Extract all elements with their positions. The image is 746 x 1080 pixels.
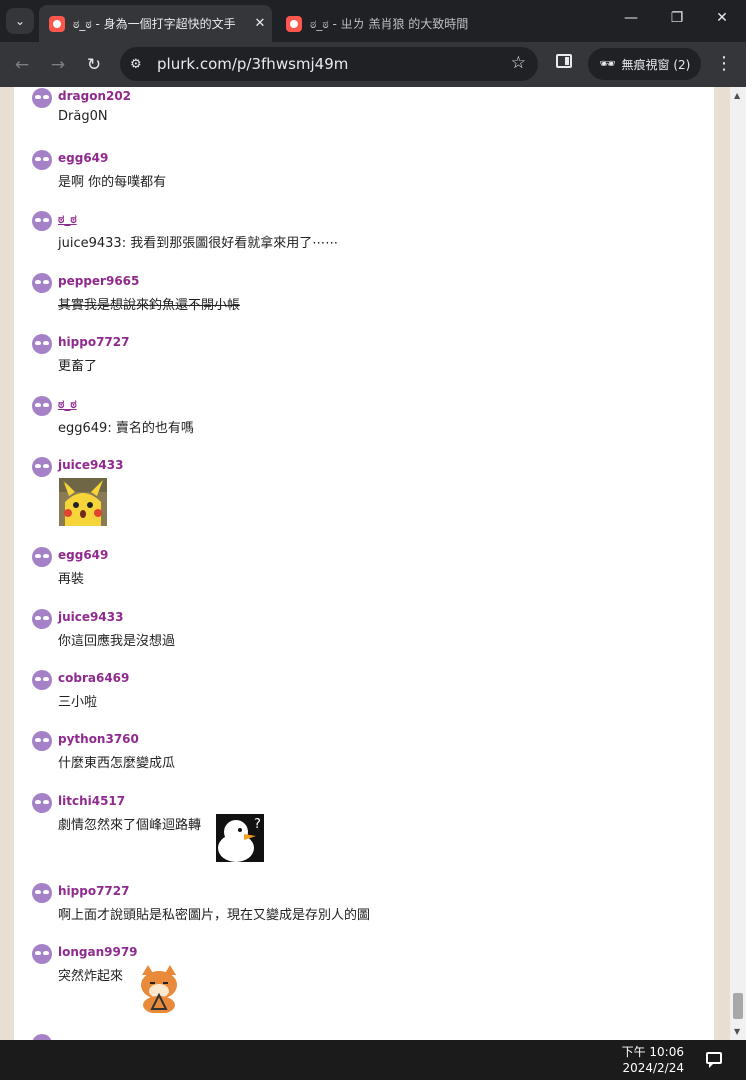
fox-triangle-emoticon [136, 965, 182, 1013]
response-text: juice9433: 我看到那張圖很好看就拿來用了⋯⋯ [58, 236, 339, 251]
url-text[interactable]: plurk.com/p/3fhwsmj49m [157, 55, 348, 73]
username[interactable]: python3760 [58, 732, 139, 746]
username[interactable]: pepper9665 [58, 274, 139, 288]
avatar[interactable] [32, 150, 52, 170]
restore-icon[interactable]: ❐ [662, 10, 692, 26]
avatar[interactable] [32, 793, 52, 813]
scroll-up-icon[interactable]: ▲ [734, 91, 740, 100]
minimize-icon[interactable]: — [616, 10, 646, 26]
incognito-button[interactable]: 🕶 無痕視窗 (2) [588, 48, 701, 80]
plurk-icon [49, 15, 65, 32]
response-text: 更畜了 [58, 359, 98, 374]
avatar[interactable] [32, 457, 52, 477]
kebab-menu-icon[interactable]: ⋮ [714, 53, 734, 74]
response-text: 是啊 你的每噗都有 [58, 175, 167, 190]
tab-title: ಠ_ಠ - 身為一個打字超快的文手 [73, 17, 236, 31]
page-viewport: dragon202 Drăg0N egg649 是啊 你的每噗都有 ಠ_ಠ ju… [0, 87, 746, 1040]
address-bar[interactable]: ⚙ plurk.com/p/3fhwsmj49m ☆ [120, 47, 538, 81]
response-text: 其實我是想說來釣魚還不開小帳 [58, 298, 241, 313]
username[interactable]: ಠ_ಠ [58, 212, 77, 227]
clock-time: 下午 10:06 [621, 1045, 684, 1059]
os-taskbar: 下午 10:06 2024/2/24 [0, 1040, 746, 1080]
chat-notification-icon[interactable] [706, 1052, 722, 1068]
incognito-label: 無痕視窗 (2) [621, 57, 691, 72]
avatar[interactable] [32, 211, 52, 231]
response-text: 再裝 [58, 572, 85, 587]
plurk-icon [286, 15, 302, 32]
username[interactable]: dragon202 [58, 89, 131, 103]
avatar[interactable] [32, 609, 52, 629]
username[interactable]: longan9979 [58, 945, 138, 959]
username[interactable]: cobra6469 [58, 671, 129, 685]
tab-active[interactable]: ಠ_ಠ - 身為一個打字超快的文手 ✕ [39, 5, 272, 42]
browser-toolbar: ← → ↻ ⚙ plurk.com/p/3fhwsmj49m ☆ 🕶 無痕視窗 … [0, 42, 746, 87]
username[interactable]: ಠ_ಠ [58, 397, 77, 412]
response-text: 突然炸起來 [58, 969, 124, 984]
response-text: 你這回應我是沒想過 [58, 634, 176, 649]
avatar[interactable] [32, 396, 52, 416]
reload-icon[interactable]: ↻ [82, 53, 106, 77]
clock-date: 2024/2/24 [622, 1061, 684, 1075]
chevron-down-icon[interactable]: ⌄ [6, 8, 34, 34]
svg-text:?: ? [254, 817, 261, 832]
username[interactable]: egg649 [58, 151, 108, 165]
username[interactable]: juice9433 [58, 458, 123, 472]
avatar[interactable] [32, 670, 52, 690]
tune-icon[interactable]: ⚙ [130, 57, 142, 72]
avatar[interactable] [32, 883, 52, 903]
incognito-icon: 🕶 [599, 56, 616, 72]
avatar[interactable] [32, 547, 52, 567]
response-text: Drăg0N [58, 109, 108, 124]
page-scrollbar[interactable]: ▲ ▼ [730, 87, 746, 1040]
username[interactable]: litchi4517 [58, 794, 125, 808]
response-text: egg649: 賣名的也有嗎 [58, 421, 194, 436]
surprised-pikachu-emoticon [59, 478, 107, 526]
scroll-thumb[interactable] [733, 993, 743, 1019]
username[interactable]: hippo7727 [58, 884, 129, 898]
side-panel-icon[interactable] [556, 54, 572, 68]
avatar[interactable] [32, 273, 52, 293]
forward-arrow-icon[interactable]: → [46, 53, 70, 77]
avatar[interactable] [32, 731, 52, 751]
avatar[interactable] [32, 334, 52, 354]
close-window-icon[interactable]: ✕ [707, 10, 737, 26]
scroll-down-icon[interactable]: ▼ [734, 1027, 740, 1036]
avatar[interactable] [32, 88, 52, 108]
avatar[interactable] [32, 944, 52, 964]
tab-title: ಠ_ಠ - ㄓㄌ 羔肖狼 的大致時間 [310, 17, 469, 31]
response-list: dragon202 Drăg0N egg649 是啊 你的每噗都有 ಠ_ಠ ju… [14, 87, 714, 1040]
response-text: 啊上面才說頭貼是私密圖片，現在又變成是存別人的圖 [58, 908, 371, 923]
back-arrow-icon[interactable]: ← [10, 53, 34, 77]
system-clock[interactable]: 下午 10:06 2024/2/24 [622, 1044, 684, 1076]
star-icon[interactable]: ☆ [511, 53, 526, 73]
response-text: 三小啦 [58, 695, 98, 710]
response-text: 劇情忽然來了個峰迴路轉 [58, 818, 202, 833]
username[interactable]: egg649 [58, 548, 108, 562]
username[interactable]: juice9433 [58, 610, 123, 624]
username[interactable]: hippo7727 [58, 335, 129, 349]
close-icon[interactable]: ✕ [248, 16, 272, 31]
browser-titlebar: ⌄ ಠ_ಠ - 身為一個打字超快的文手 ✕ ಠ_ಠ - ㄓㄌ 羔肖狼 的大致時間… [0, 0, 746, 42]
response-text: 什麼東西怎麼變成瓜 [58, 756, 176, 771]
confused-duck-emoticon: ? [216, 814, 264, 862]
tab-inactive[interactable]: ಠ_ಠ - ㄓㄌ 羔肖狼 的大致時間 [276, 5, 476, 42]
